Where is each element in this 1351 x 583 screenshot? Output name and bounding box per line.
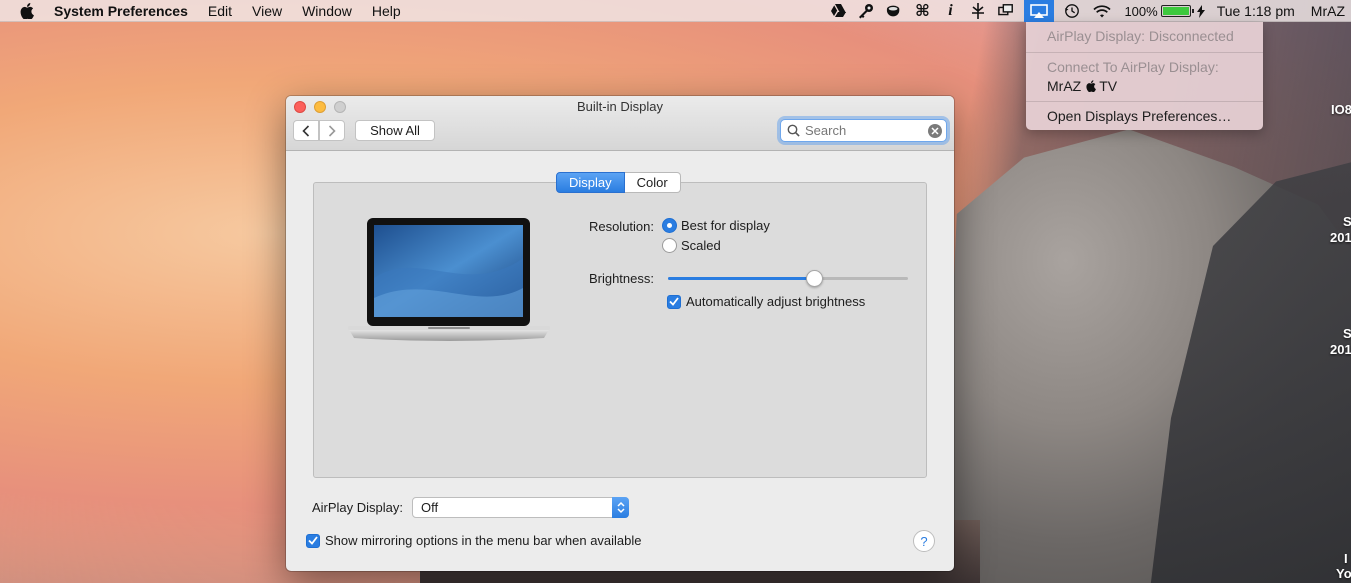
airplay-device-suffix: TV <box>1099 78 1118 94</box>
screen-icon[interactable] <box>998 3 1014 19</box>
charging-icon <box>1196 3 1205 19</box>
airplay-connect-heading: Connect To AirPlay Display: <box>1047 59 1219 75</box>
wifi-icon[interactable] <box>1092 3 1112 19</box>
auto-brightness-label: Automatically adjust brightness <box>686 294 866 309</box>
radio-label-scaled: Scaled <box>681 238 721 253</box>
desktop-file-label[interactable]: 201 <box>1330 230 1351 245</box>
google-drive-icon[interactable] <box>830 3 847 19</box>
airplay-icon[interactable] <box>1024 0 1055 22</box>
auto-brightness-checkbox[interactable] <box>667 294 681 309</box>
airplay-display-select[interactable]: Off <box>412 497 629 518</box>
apple-logo-icon <box>1086 80 1097 92</box>
radio-label-best: Best for display <box>681 218 770 233</box>
tab-bar: Display Color <box>556 172 681 193</box>
menu-separator <box>1026 52 1263 53</box>
mirroring-option[interactable]: Show mirroring options in the menu bar w… <box>306 533 642 548</box>
desktop-file-label[interactable]: S <box>1343 326 1351 341</box>
back-button[interactable] <box>293 120 319 141</box>
command-icon[interactable]: ⌘ <box>914 3 930 20</box>
tab-display[interactable]: Display <box>556 172 625 193</box>
window-title: Built-in Display <box>577 99 663 114</box>
brightness-slider[interactable] <box>668 268 908 288</box>
battery-level-fill <box>1162 7 1189 15</box>
auto-brightness-option[interactable]: Automatically adjust brightness <box>667 294 865 309</box>
search-icon <box>787 124 800 137</box>
airplay-menu: AirPlay Display: Disconnected Connect To… <box>1026 22 1263 130</box>
airplay-status: AirPlay Display: Disconnected <box>1047 28 1234 44</box>
time-machine-icon[interactable] <box>1064 3 1080 19</box>
menu-view[interactable]: View <box>252 3 282 19</box>
airplay-display-label: AirPlay Display: <box>311 500 403 515</box>
clear-search-icon[interactable] <box>928 124 942 138</box>
chevron-right-icon <box>328 124 336 137</box>
resolution-label: Resolution: <box>588 219 654 234</box>
resolution-best-option[interactable]: Best for display <box>662 218 770 233</box>
slider-track-fill <box>668 277 815 280</box>
menu-edit[interactable]: Edit <box>208 3 232 19</box>
menu-bar: System Preferences Edit View Window Help… <box>0 0 1351 22</box>
radio-scaled[interactable] <box>662 238 677 253</box>
slider-knob[interactable] <box>806 270 823 287</box>
info-icon[interactable]: i <box>942 2 958 19</box>
show-all-button[interactable]: Show All <box>355 120 435 141</box>
menu-user[interactable]: MrAZ <box>1311 3 1345 19</box>
search-input[interactable] <box>805 123 925 138</box>
search-field[interactable] <box>780 119 947 142</box>
macbook-image <box>348 218 550 341</box>
help-button[interactable]: ? <box>913 530 935 552</box>
desktop-file-label[interactable]: Yo <box>1336 566 1351 581</box>
desktop-file-label[interactable]: I <box>1344 551 1348 566</box>
airplay-device-name: MrAZ <box>1047 78 1082 94</box>
desktop-file-label[interactable]: IO8 <box>1331 102 1351 117</box>
mirroring-label: Show mirroring options in the menu bar w… <box>325 533 642 548</box>
window-titlebar[interactable]: Built-in Display Show All <box>286 96 954 151</box>
menu-separator <box>1026 101 1263 102</box>
radio-best-for-display[interactable] <box>662 218 677 233</box>
menu-window[interactable]: Window <box>302 3 352 19</box>
open-displays-prefs-item[interactable]: Open Displays Preferences… <box>1047 108 1231 124</box>
preferences-window: Built-in Display Show All Display Color <box>286 96 954 571</box>
select-arrows-icon[interactable] <box>612 497 629 518</box>
desktop-file-label[interactable]: 201 <box>1330 342 1351 357</box>
apple-menu-icon[interactable] <box>20 2 38 19</box>
airplay-device-item[interactable]: MrAZ TV <box>1047 78 1117 94</box>
brightness-label: Brightness: <box>588 271 654 286</box>
status-area: ⌘ i 100% Tue 1:18 pm MrAZ <box>824 0 1351 22</box>
menu-app-name[interactable]: System Preferences <box>54 3 188 19</box>
airplay-display-value: Off <box>421 500 439 515</box>
checkmark-icon <box>308 536 318 545</box>
forward-button[interactable] <box>319 120 345 141</box>
resolution-scaled-option[interactable]: Scaled <box>662 238 721 253</box>
flux-icon[interactable] <box>970 3 986 19</box>
checkmark-icon <box>669 297 679 306</box>
mirroring-checkbox[interactable] <box>306 533 320 548</box>
tab-color[interactable]: Color <box>624 172 681 193</box>
coffee-icon[interactable] <box>886 3 902 19</box>
menu-clock[interactable]: Tue 1:18 pm <box>1217 3 1295 19</box>
chevron-left-icon <box>302 124 310 137</box>
battery-icon[interactable] <box>1160 5 1194 17</box>
desktop-file-label[interactable]: S <box>1343 214 1351 229</box>
battery-percent: 100% <box>1124 3 1158 19</box>
menu-help[interactable]: Help <box>372 3 401 19</box>
keychain-icon[interactable] <box>858 3 874 19</box>
